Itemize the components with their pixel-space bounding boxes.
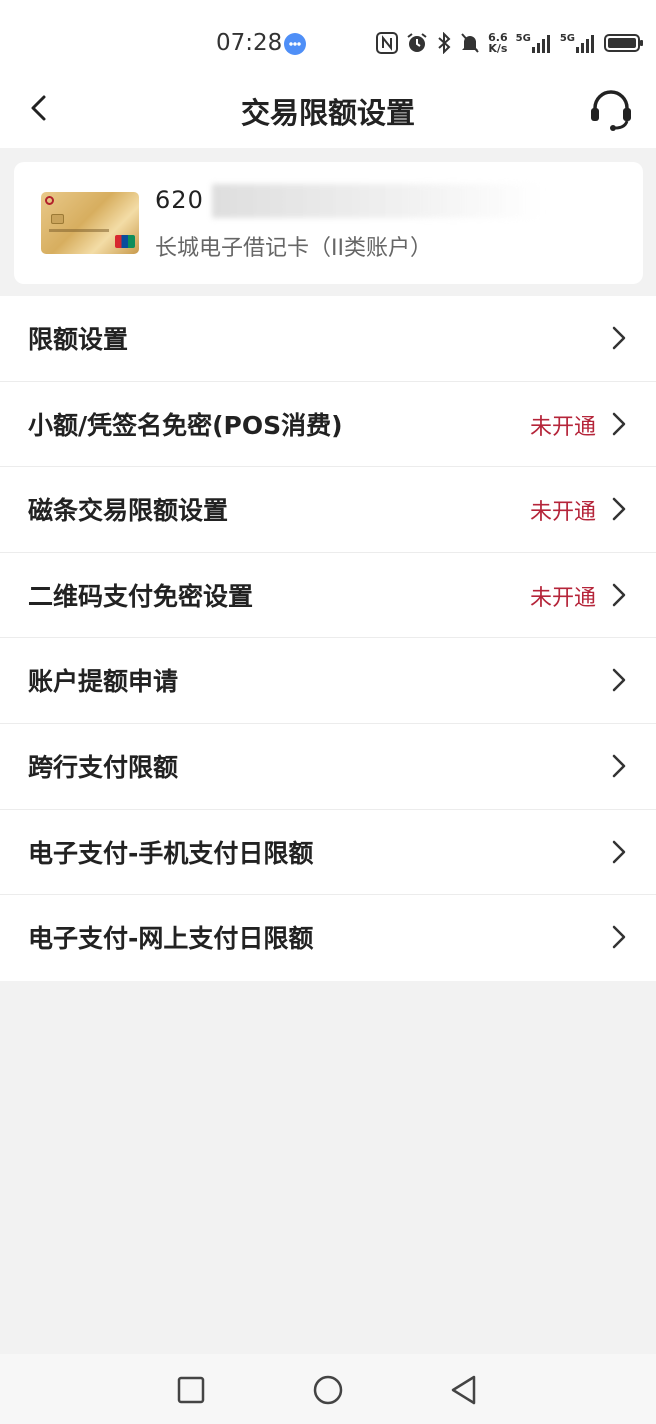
chevron-right-icon bbox=[612, 925, 626, 949]
card-number-mask bbox=[212, 184, 542, 218]
signal-2: 5G bbox=[560, 33, 596, 53]
status-icons: 6.6 K/s 5G 5G bbox=[376, 28, 643, 58]
menu-item-online-daily-limit[interactable]: 电子支付-网上支付日限额 bbox=[0, 895, 656, 981]
back-nav-icon[interactable] bbox=[448, 1374, 480, 1406]
menu-item-label: 账户提额申请 bbox=[28, 667, 179, 697]
signal-icon bbox=[531, 35, 550, 53]
menu-list: 限额设置 小额/凭签名免密(POS消费) 未开通 磁条交易限额设置 未开通 二维… bbox=[0, 296, 656, 981]
signal-1: 5G bbox=[516, 33, 552, 53]
card-panel[interactable] bbox=[14, 162, 643, 284]
unionpay-logo-icon bbox=[115, 235, 135, 248]
status-time: 07:28 bbox=[216, 30, 283, 56]
alarm-icon bbox=[407, 33, 427, 52]
menu-item-qr-no-password[interactable]: 二维码支付免密设置 未开通 bbox=[0, 553, 656, 639]
menu-item-limit-settings[interactable]: 限额设置 bbox=[0, 296, 656, 382]
menu-item-label: 磁条交易限额设置 bbox=[28, 496, 229, 526]
chat-bubble-icon bbox=[284, 33, 306, 55]
menu-item-label: 跨行支付限额 bbox=[28, 752, 179, 782]
chevron-right-icon bbox=[612, 412, 626, 435]
home-icon[interactable] bbox=[312, 1374, 344, 1406]
chevron-right-icon bbox=[612, 326, 626, 350]
chevron-right-icon bbox=[612, 754, 626, 778]
menu-item-label: 小额/凭签名免密(POS消费) bbox=[28, 410, 343, 440]
menu-item-label: 限额设置 bbox=[28, 325, 129, 354]
menu-item-label: 电子支付-网上支付日限额 bbox=[28, 924, 314, 954]
menu-item-mobile-daily-limit[interactable]: 电子支付-手机支付日限额 bbox=[0, 810, 656, 896]
battery-icon bbox=[604, 34, 643, 52]
card-type: 长城电子借记卡（II类账户） bbox=[155, 236, 432, 261]
page-title: 交易限额设置 bbox=[240, 96, 415, 130]
headset-icon[interactable] bbox=[588, 88, 634, 132]
bank-logo-icon bbox=[45, 196, 54, 205]
menu-item-label: 二维码支付免密设置 bbox=[28, 581, 254, 611]
menu-item-pos-small-amount[interactable]: 小额/凭签名免密(POS消费) 未开通 bbox=[0, 382, 656, 468]
menu-item-label: 电子支付-手机支付日限额 bbox=[28, 838, 314, 868]
menu-item-magstripe-limit[interactable]: 磁条交易限额设置 未开通 bbox=[0, 467, 656, 553]
chevron-right-icon bbox=[612, 497, 626, 521]
nfc-icon bbox=[376, 32, 399, 54]
card-number: 620 bbox=[155, 186, 204, 214]
card-image bbox=[41, 192, 139, 254]
header: 交易限额设置 bbox=[0, 80, 656, 148]
menu-item-status: 未开通 bbox=[529, 414, 596, 440]
menu-item-limit-increase[interactable]: 账户提额申请 bbox=[0, 638, 656, 724]
signal-icon bbox=[576, 35, 594, 53]
status-bar: 07:28 6.6 K/s 5G 5G bbox=[0, 0, 656, 80]
mute-bell-icon bbox=[461, 33, 479, 53]
menu-item-status: 未开通 bbox=[529, 585, 596, 611]
menu-item-status: 未开通 bbox=[529, 500, 596, 526]
net-speed: 6.6 K/s bbox=[488, 31, 508, 55]
menu-item-interbank-limit[interactable]: 跨行支付限额 bbox=[0, 724, 656, 810]
chevron-right-icon bbox=[612, 583, 626, 607]
card-chip-icon bbox=[51, 214, 64, 224]
recent-apps-icon[interactable] bbox=[175, 1374, 207, 1406]
bluetooth-icon bbox=[438, 32, 451, 54]
system-nav-bar bbox=[0, 1354, 656, 1424]
chevron-right-icon bbox=[612, 840, 626, 863]
chevron-right-icon bbox=[612, 669, 626, 692]
